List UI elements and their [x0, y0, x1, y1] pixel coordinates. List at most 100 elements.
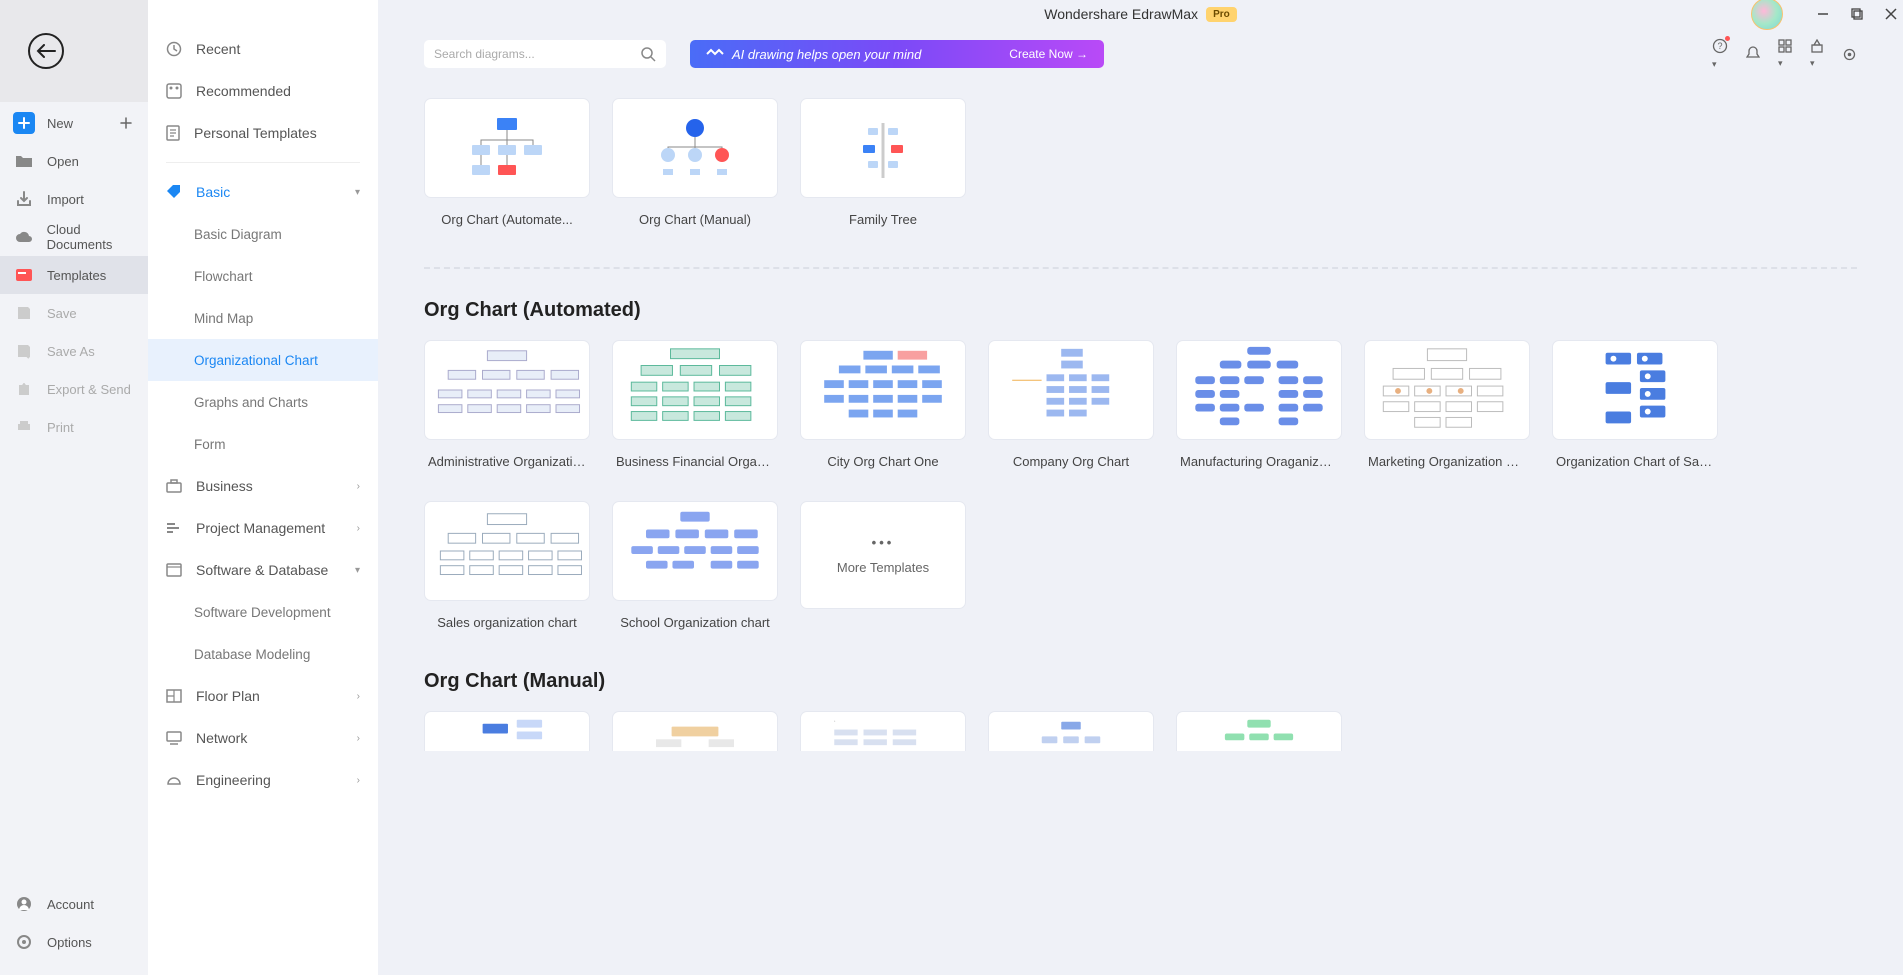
- thumb: ••• More Templates: [800, 501, 966, 609]
- briefcase-icon: [166, 479, 182, 493]
- cat-business[interactable]: Business ›: [148, 465, 378, 507]
- chevron-right-icon: ›: [357, 691, 360, 702]
- tmpl-marketing-org[interactable]: Marketing Organization Ch...: [1364, 340, 1530, 479]
- sub-organizational-chart[interactable]: Organizational Chart: [148, 339, 378, 381]
- chevron-down-icon: ▾: [355, 565, 360, 576]
- cat-recommended[interactable]: Recommended: [148, 70, 378, 112]
- sub-flowchart[interactable]: Flowchart: [148, 255, 378, 297]
- save-icon: [13, 302, 35, 324]
- sub-label: Database Modeling: [194, 647, 310, 662]
- cat-software-database[interactable]: Software & Database ▾: [148, 549, 378, 591]
- cat-label: Recent: [196, 41, 240, 57]
- cat-floor-plan[interactable]: Floor Plan ›: [148, 675, 378, 717]
- cat-label: Basic: [196, 184, 230, 200]
- tmpl-manual-1[interactable]: [424, 711, 590, 765]
- template-org-chart-auto[interactable]: Org Chart (Automate...: [424, 98, 590, 237]
- card-label: Business Financial Organiz...: [612, 454, 778, 479]
- section2-row: •: [424, 711, 1857, 765]
- back-area: [0, 0, 148, 102]
- search-input[interactable]: Search diagrams...: [424, 40, 666, 68]
- tmpl-business-financial[interactable]: Business Financial Organiz...: [612, 340, 778, 479]
- nav-open[interactable]: Open: [0, 142, 148, 180]
- section1-row: Administrative Organizatio... Business F…: [424, 340, 1857, 640]
- chevron-right-icon: ›: [357, 733, 360, 744]
- template-org-chart-manual[interactable]: Org Chart (Manual): [612, 98, 778, 237]
- notif-dot: [1725, 36, 1730, 41]
- chevron-down-icon: ▾: [355, 187, 360, 198]
- tmpl-sales-org[interactable]: Sales organization chart: [424, 501, 590, 640]
- sub-form[interactable]: Form: [148, 423, 378, 465]
- export-icon: [13, 378, 35, 400]
- tmpl-org-sale[interactable]: Organization Chart of Sale...: [1552, 340, 1718, 479]
- cat-recent[interactable]: Recent: [148, 28, 378, 70]
- cat-label: Personal Templates: [194, 125, 317, 141]
- nav-options[interactable]: Options: [0, 923, 148, 961]
- card-label: Org Chart (Automate...: [424, 212, 590, 237]
- thumb: [612, 340, 778, 440]
- tmpl-manual-3[interactable]: •: [800, 711, 966, 765]
- nav-label: New: [47, 116, 73, 131]
- nav-save-as[interactable]: Save As: [0, 332, 148, 370]
- nav-new[interactable]: New: [0, 104, 148, 142]
- nav-account[interactable]: Account: [0, 885, 148, 923]
- add-icon[interactable]: [120, 117, 132, 129]
- minimize-icon[interactable]: [1817, 8, 1829, 20]
- tmpl-manual-2[interactable]: [612, 711, 778, 765]
- nav-save[interactable]: Save: [0, 294, 148, 332]
- tmpl-admin-org[interactable]: Administrative Organizatio...: [424, 340, 590, 479]
- cat-engineering[interactable]: Engineering ›: [148, 759, 378, 801]
- gift-icon[interactable]: ▾: [1810, 39, 1824, 69]
- tmpl-company-org[interactable]: Company Org Chart: [988, 340, 1154, 479]
- cat-network[interactable]: Network ›: [148, 717, 378, 759]
- svg-text:•: •: [834, 719, 835, 723]
- bell-icon[interactable]: [1746, 46, 1760, 62]
- ai-banner[interactable]: AI drawing helps open your mind Create N…: [690, 40, 1104, 68]
- sub-mind-map[interactable]: Mind Map: [148, 297, 378, 339]
- section-title-1: Org Chart (Automated): [424, 299, 1857, 322]
- thumb: •: [800, 711, 966, 751]
- nav-cloud-documents[interactable]: Cloud Documents: [0, 218, 148, 256]
- tmpl-school-org[interactable]: School Organization chart: [612, 501, 778, 640]
- cat-project-management[interactable]: Project Management ›: [148, 507, 378, 549]
- content-area: Org Chart (Automate... Org Chart (Manual…: [378, 80, 1903, 975]
- main: Wondershare EdrawMax Pro Search diagrams…: [378, 0, 1903, 975]
- card-label: Manufacturing Oraganizati...: [1176, 454, 1342, 479]
- tmpl-manual-4[interactable]: [988, 711, 1154, 765]
- dots-icon: •••: [872, 535, 895, 550]
- nav-label: Save: [47, 306, 77, 321]
- card-label: Company Org Chart: [988, 454, 1154, 479]
- nav-templates[interactable]: Templates: [0, 256, 148, 294]
- grid-icon[interactable]: ▾: [1778, 39, 1792, 69]
- maximize-icon[interactable]: [1851, 8, 1863, 20]
- more-templates[interactable]: ••• More Templates: [800, 501, 966, 640]
- template-family-tree[interactable]: Family Tree: [800, 98, 966, 237]
- sidebar-bottom: Account Options: [0, 885, 148, 975]
- nav-label: Options: [47, 935, 92, 950]
- chevron-right-icon: ›: [357, 775, 360, 786]
- nav-label: Import: [47, 192, 84, 207]
- divider: [166, 162, 360, 163]
- create-now-button[interactable]: Create Now →: [1009, 47, 1088, 61]
- cat-basic[interactable]: Basic ▾: [148, 171, 378, 213]
- nav-export-send[interactable]: Export & Send: [0, 370, 148, 408]
- tmpl-manufacturing-org[interactable]: Manufacturing Oraganizati...: [1176, 340, 1342, 479]
- nav-print[interactable]: Print: [0, 408, 148, 446]
- cat-label: Business: [196, 478, 253, 494]
- sub-graphs-charts[interactable]: Graphs and Charts: [148, 381, 378, 423]
- nav-label: Open: [47, 154, 79, 169]
- tmpl-manual-5[interactable]: [1176, 711, 1342, 765]
- nav-import[interactable]: Import: [0, 180, 148, 218]
- thumb: [1364, 340, 1530, 440]
- sub-database-modeling[interactable]: Database Modeling: [148, 633, 378, 675]
- sub-basic-diagram[interactable]: Basic Diagram: [148, 213, 378, 255]
- account-icon: [13, 893, 35, 915]
- search-icon: [640, 46, 656, 62]
- help-icon[interactable]: ? ▾: [1712, 38, 1728, 70]
- gear-icon[interactable]: [1842, 47, 1857, 62]
- cat-personal-templates[interactable]: Personal Templates: [148, 112, 378, 154]
- back-button[interactable]: [28, 33, 64, 69]
- close-icon[interactable]: [1885, 8, 1897, 20]
- tmpl-city-org[interactable]: City Org Chart One: [800, 340, 966, 479]
- sub-software-development[interactable]: Software Development: [148, 591, 378, 633]
- avatar[interactable]: [1751, 0, 1783, 30]
